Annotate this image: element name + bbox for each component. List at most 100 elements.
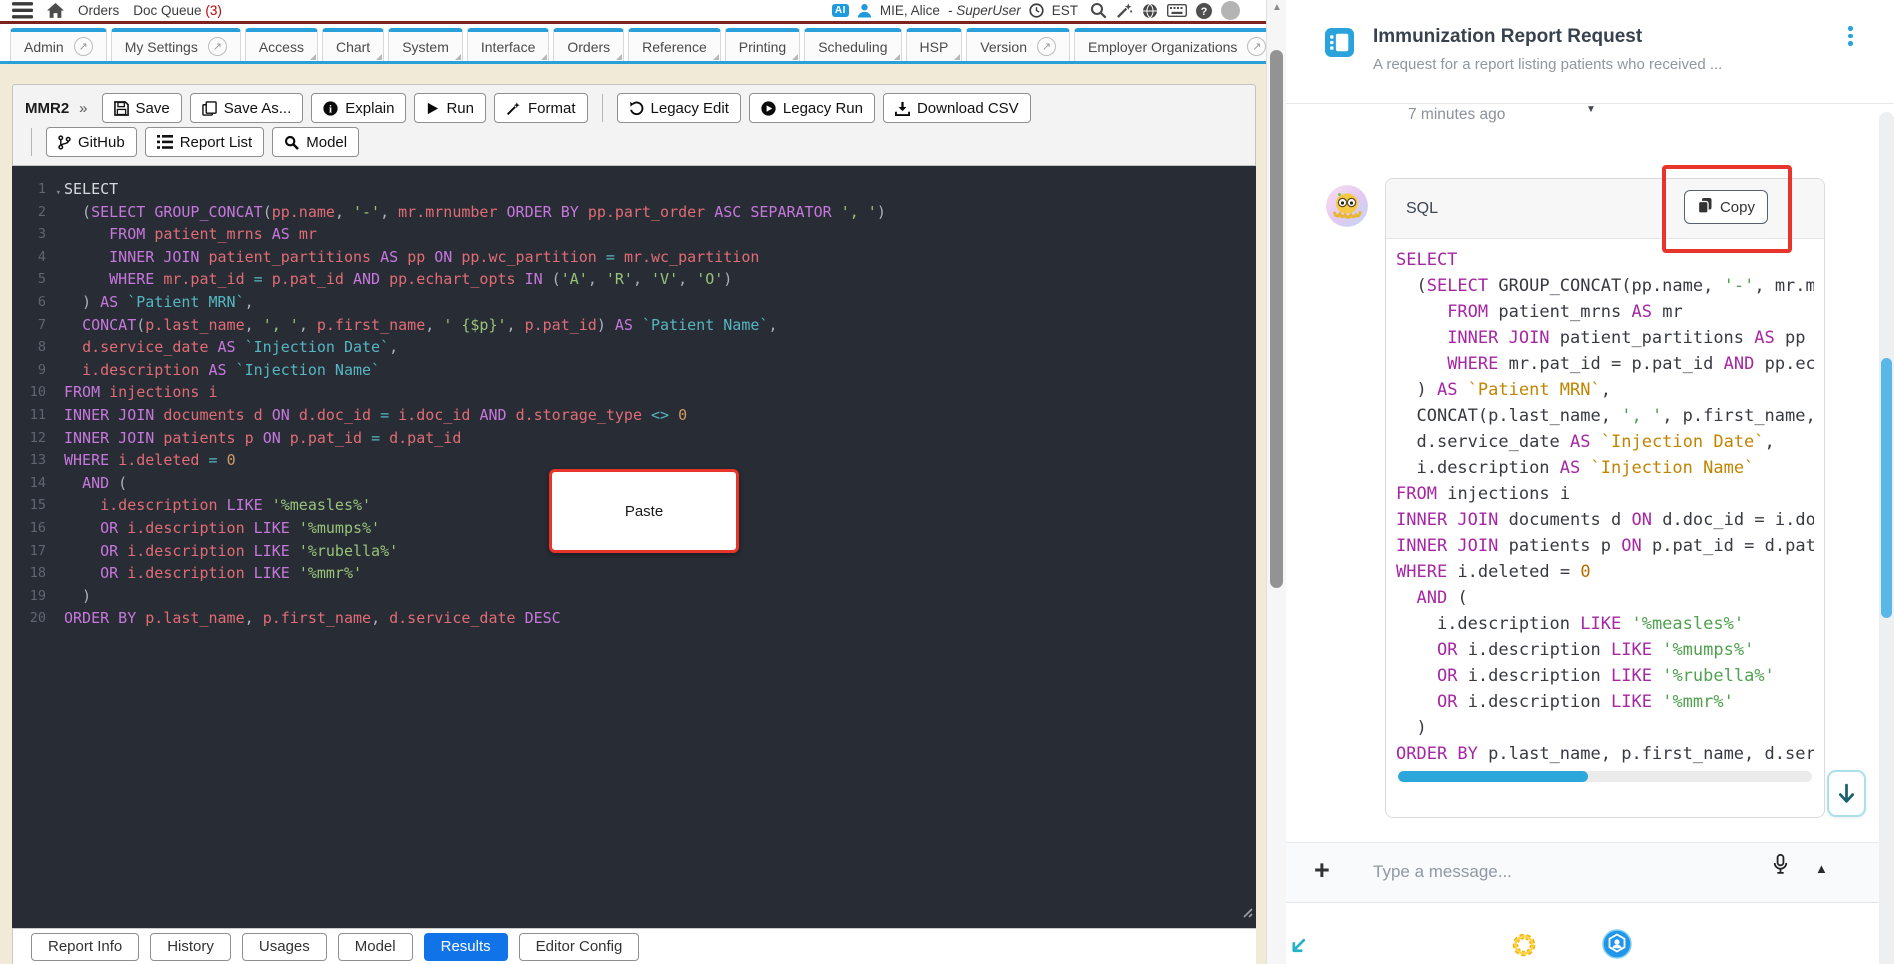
kebab-menu-icon[interactable]: [1848, 26, 1853, 46]
line-number: 11: [29, 406, 46, 423]
tab-orders[interactable]: Orders: [553, 28, 625, 61]
microphone-icon[interactable]: [1773, 853, 1788, 879]
legacy-run-button[interactable]: Legacy Run: [748, 93, 875, 123]
chat-code-line: AND (: [1416, 588, 1468, 608]
editor-line[interactable]: 12 INNER JOIN patients p ON p.pat_id = d.…: [12, 427, 1256, 450]
scroll-to-bottom-button[interactable]: [1827, 770, 1866, 817]
app-vertical-scrollbar[interactable]: ▲: [1266, 0, 1286, 964]
keyboard-icon[interactable]: [1167, 4, 1187, 17]
tab-interface[interactable]: Interface: [466, 28, 550, 61]
tab-employer-organizations[interactable]: Employer Organizations ↗: [1074, 28, 1266, 61]
editor-line[interactable]: 6 ) AS `Patient MRN`,: [12, 291, 1256, 314]
chat-code-line: OR i.description LIKE '%mmr%': [1436, 692, 1734, 712]
wand-icon[interactable]: [1116, 2, 1133, 19]
composer-collapse-caret-icon[interactable]: ▲: [1815, 861, 1828, 876]
panel-scrollbar-thumb[interactable]: [1881, 358, 1892, 618]
editor-line[interactable]: 18 OR i.description LIKE '%mmr%': [12, 562, 1256, 585]
tab-system[interactable]: System: [388, 28, 463, 61]
message-input[interactable]: Type a message...: [1373, 862, 1512, 882]
search-icon[interactable]: [1090, 2, 1107, 19]
submenu-corner-icon: [541, 54, 548, 60]
svg-text:?: ?: [1201, 6, 1208, 18]
editor-line[interactable]: 1 ▾ SELECT: [12, 178, 1256, 201]
download-csv-button[interactable]: Download CSV: [882, 93, 1031, 123]
attach-plus-button[interactable]: +: [1314, 855, 1330, 886]
tab-printing[interactable]: Printing: [724, 28, 801, 61]
editor-line[interactable]: 8 d.service_date AS `Injection Date`,: [12, 336, 1256, 359]
save-as--button[interactable]: Save As...: [189, 93, 304, 123]
external-link-icon[interactable]: ↗: [73, 37, 93, 56]
external-link-icon[interactable]: ↗: [1037, 37, 1056, 56]
bottom-tab-history[interactable]: History: [150, 932, 231, 961]
fold-chevron-icon[interactable]: ▾: [56, 182, 61, 205]
model-button[interactable]: Model: [272, 127, 360, 157]
ai-badge[interactable]: AI: [831, 4, 849, 17]
legacy-edit-button[interactable]: Legacy Edit: [616, 93, 741, 123]
report-name-expander[interactable]: »: [79, 100, 87, 117]
code-language-label: SQL: [1406, 199, 1439, 217]
bottom-tab-report-info[interactable]: Report Info: [31, 932, 140, 961]
editor-line[interactable]: 3 FROM patient_mrns AS mr: [12, 223, 1256, 246]
editor-line[interactable]: 10 FROM injections i: [12, 381, 1256, 404]
github-button[interactable]: GitHub: [46, 127, 137, 157]
bottom-tab-model[interactable]: Model: [337, 932, 413, 961]
save-button[interactable]: Save: [101, 93, 182, 123]
doc-queue-count-badge: (3): [205, 3, 222, 18]
scrollbar-thumb[interactable]: [1270, 50, 1283, 588]
bottom-tab-editor-config[interactable]: Editor Config: [518, 932, 640, 961]
editor-line[interactable]: 2 (SELECT GROUP_CONCAT(pp.name, '-', mr.…: [12, 201, 1256, 224]
copy-icon: [1697, 197, 1713, 218]
generation-progress-fill: [1398, 771, 1589, 782]
submenu-corner-icon: [712, 54, 719, 60]
editor-line[interactable]: 19 ): [12, 585, 1256, 608]
bottom-tab-usages[interactable]: Usages: [241, 932, 327, 961]
format-button[interactable]: Format: [494, 93, 588, 123]
external-link-icon[interactable]: ↗: [207, 37, 227, 56]
tab-access[interactable]: Access: [244, 28, 318, 61]
nav-orders-link[interactable]: Orders: [78, 3, 119, 18]
bottom-tab-results[interactable]: Results: [423, 932, 508, 961]
home-icon[interactable]: [47, 2, 64, 19]
explain-button[interactable]: i Explain: [311, 93, 407, 123]
run-button[interactable]: Run: [414, 93, 486, 123]
line-number: 12: [29, 429, 46, 446]
hamburger-menu-icon[interactable]: [12, 2, 33, 19]
corner-teal-arrow-icon[interactable]: [1287, 936, 1308, 962]
run-icon: [426, 102, 439, 115]
tab-chart[interactable]: Chart: [321, 28, 385, 61]
tab-reference[interactable]: Reference: [628, 28, 721, 61]
tab-version[interactable]: Version ↗: [966, 28, 1070, 61]
report-list-icon: [156, 135, 173, 149]
collapse-caret-icon[interactable]: ▼: [1586, 104, 1596, 115]
editor-line[interactable]: 7 CONCAT(p.last_name, ', ', p.first_name…: [12, 314, 1256, 337]
external-link-icon[interactable]: ↗: [1247, 37, 1266, 56]
editor-line[interactable]: 4 INNER JOIN patient_partitions AS pp ON…: [12, 246, 1256, 269]
editor-line[interactable]: 11 INNER JOIN documents d ON d.doc_id = i…: [12, 404, 1256, 427]
button-label: Save As...: [223, 99, 292, 117]
editor-line[interactable]: 9 i.description AS `Injection Name`: [12, 359, 1256, 382]
help-icon[interactable]: ?: [1196, 2, 1212, 19]
report-list-button[interactable]: Report List: [144, 127, 265, 157]
scrollbar-up-arrow-icon[interactable]: ▲: [1267, 2, 1287, 13]
organization-badge-icon[interactable]: [1602, 929, 1632, 964]
nav-doc-queue-link[interactable]: Doc Queue (3): [133, 3, 222, 18]
editor-line[interactable]: 5 WHERE mr.pat_id = p.pat_id AND pp.echa…: [12, 268, 1256, 291]
tab-label: Admin: [24, 38, 64, 55]
emr-application-window: Orders Doc Queue (3) AI MIE, Alice - Sup…: [0, 0, 1266, 964]
line-number: 17: [29, 542, 46, 559]
globe-icon[interactable]: [1142, 3, 1158, 19]
tab-scheduling[interactable]: Scheduling: [804, 28, 902, 61]
tab-label: My Settings: [124, 38, 198, 55]
sun-ring-icon[interactable]: [1510, 931, 1538, 964]
tab-label: HSP: [919, 38, 949, 55]
copy-button[interactable]: Copy: [1683, 190, 1768, 224]
tab-hsp[interactable]: HSP: [905, 28, 963, 61]
editor-resize-grip[interactable]: [1240, 902, 1253, 925]
paste-context-menu-item[interactable]: Paste: [549, 469, 739, 553]
tab-my-settings[interactable]: My Settings ↗: [110, 28, 241, 61]
download-icon: [894, 101, 910, 116]
current-user-name[interactable]: MIE, Alice: [880, 3, 940, 18]
tab-admin[interactable]: Admin ↗: [10, 28, 107, 61]
editor-line[interactable]: 20 ORDER BY p.last_name, p.first_name, d.…: [12, 607, 1256, 630]
line-number: 7: [37, 316, 46, 333]
